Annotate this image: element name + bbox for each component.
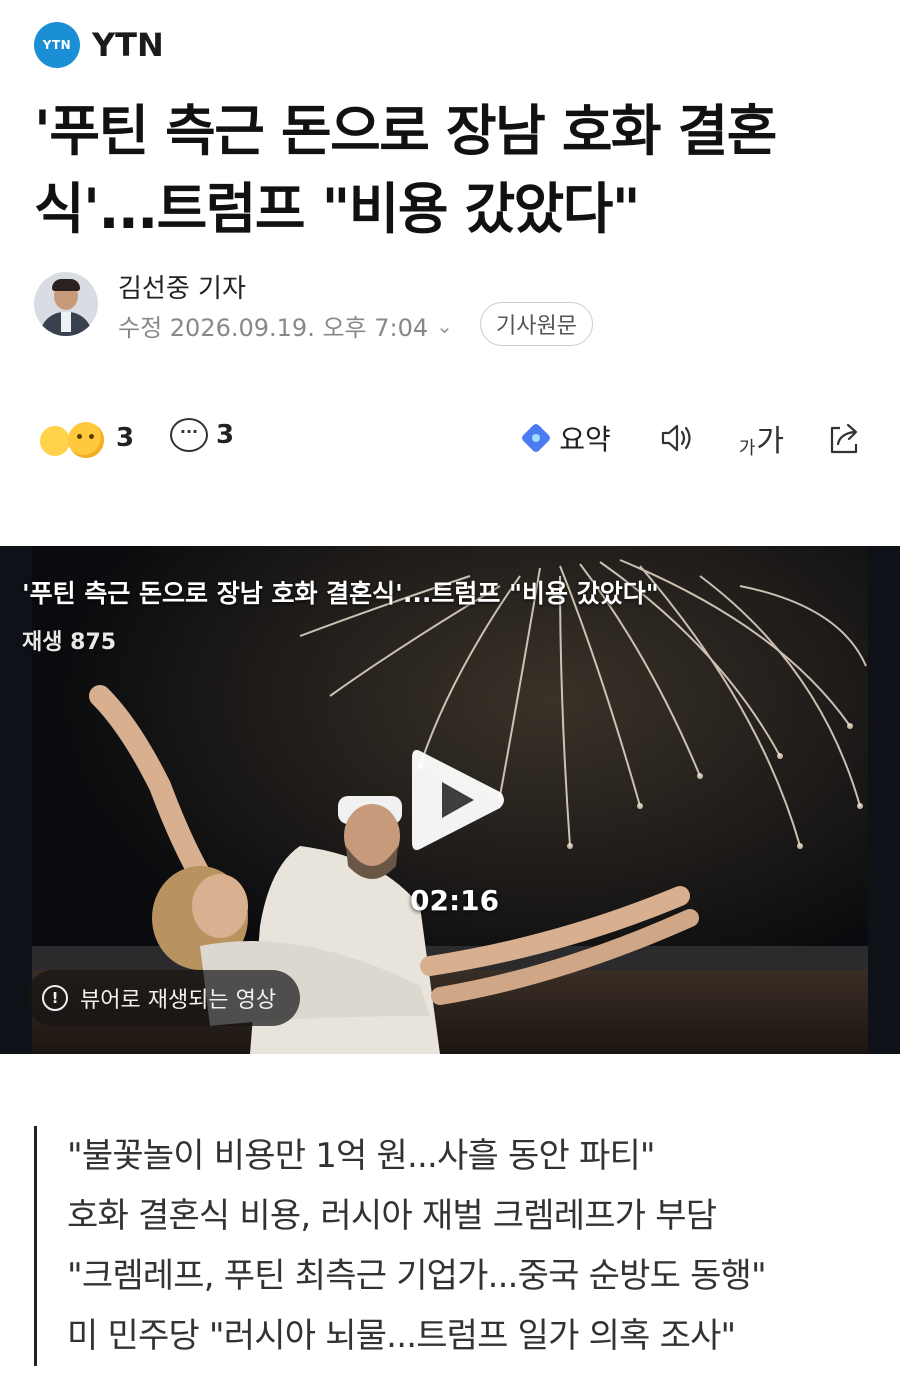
press-header[interactable]: YTN YTN: [34, 22, 164, 68]
comment-count: 3: [216, 420, 235, 450]
video-title: '푸틴 측근 돈으로 장남 호화 결혼식'...트럼프 "비용 갔았다": [22, 579, 659, 608]
original-article-button[interactable]: 기사원문: [480, 302, 593, 346]
modified-date: 수정 2026.09.19. 오후 7:04: [118, 314, 429, 342]
summary-label: 요약: [559, 423, 611, 456]
font-size-big-label: 가: [756, 424, 784, 459]
video-duration: 02:16: [410, 884, 500, 917]
comment-button[interactable]: ··· 3: [170, 418, 234, 452]
reporter-avatar[interactable]: [34, 272, 98, 336]
chevron-down-icon: ⌄: [436, 313, 453, 338]
summary-sparkle-icon: [521, 423, 551, 453]
press-name[interactable]: YTN: [92, 26, 164, 64]
info-icon: !: [42, 985, 68, 1011]
summary-line: 미 민주당 "러시아 뇌물...트럼프 일가 의혹 조사": [67, 1316, 736, 1356]
reaction-button[interactable]: 3: [34, 418, 134, 458]
summary-button[interactable]: 요약: [521, 418, 611, 458]
font-size-button[interactable]: 가 가: [739, 416, 784, 460]
reporter-name[interactable]: 김선중 기자: [118, 268, 246, 305]
article-summary: "불꽃놀이 비용만 1억 원...사흘 동안 파티" 호화 결혼식 비용, 러시…: [34, 1126, 864, 1366]
reaction-emoji-icon: [34, 418, 108, 458]
video-play-count: 재생 875: [22, 630, 117, 655]
article-date[interactable]: 수정 2026.09.19. 오후 7:04 ⌄: [118, 308, 453, 343]
share-icon[interactable]: [824, 418, 864, 458]
viewer-notice[interactable]: ! 뷰어로 재생되는 영상: [26, 970, 301, 1026]
speaker-icon[interactable]: [657, 418, 697, 458]
play-icon[interactable]: [408, 744, 508, 856]
summary-line: "크렘레프, 푸틴 최측근 기업가...중국 순방도 동행": [67, 1256, 767, 1296]
summary-line: "불꽃놀이 비용만 1억 원...사흘 동안 파티": [67, 1136, 656, 1176]
article-title: '푸틴 측근 돈으로 장남 호화 결혼식'...트럼프 "비용 갔았다": [34, 99, 777, 241]
video-player[interactable]: '푸틴 측근 돈으로 장남 호화 결혼식'...트럼프 "비용 갔았다" 재생 …: [0, 546, 900, 1054]
ytn-logo-icon: YTN: [34, 22, 80, 68]
summary-line: 호화 결혼식 비용, 러시아 재벌 크렘레프가 부담: [67, 1196, 717, 1236]
font-size-small-label: 가: [738, 438, 756, 459]
viewer-notice-text: 뷰어로 재생되는 영상: [80, 988, 277, 1013]
comment-icon: ···: [170, 418, 208, 452]
reaction-count: 3: [116, 423, 135, 453]
article-toolbar: 3 ··· 3 요약 가 가: [34, 412, 864, 464]
byline: 김선중 기자 수정 2026.09.19. 오후 7:04 ⌄ 기사원문: [34, 268, 864, 346]
